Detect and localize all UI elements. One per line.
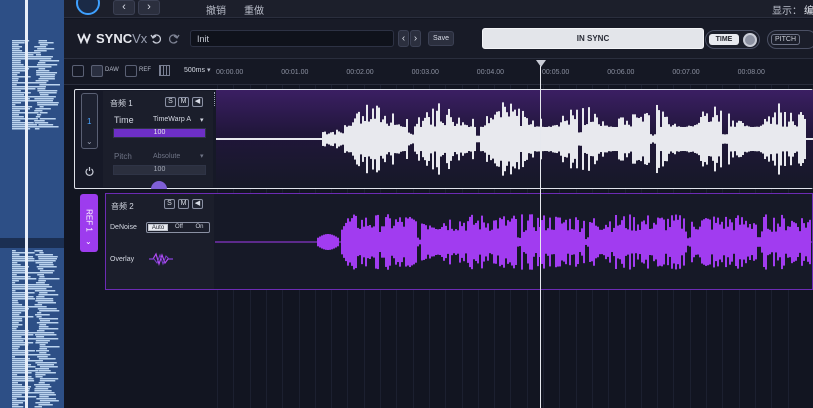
sync-status-label: IN SYNC: [576, 34, 610, 43]
track-1-waveform-area[interactable]: [216, 90, 813, 188]
ruler-tick-label: 00:00.00: [216, 69, 244, 76]
undo-menu-item[interactable]: 撤销: [206, 2, 226, 17]
ref-1-tab[interactable]: REF 1 ⌄: [80, 194, 98, 252]
track-1-pitch-amount-slider[interactable]: 100: [113, 165, 206, 175]
denoise-option-auto[interactable]: Auto: [148, 224, 168, 231]
time-toggle[interactable]: TIME: [705, 30, 760, 49]
preset-prev-button[interactable]: ‹: [398, 30, 409, 47]
host-lane-divider: [0, 238, 64, 248]
host-daw-track-strip: [0, 0, 64, 408]
track-1-expand-handle[interactable]: [151, 181, 167, 189]
denoise-option-on[interactable]: On: [190, 224, 209, 231]
track-1-lane[interactable]: 1 ⌄ 音频 1 S M ◀ Time TimeWarp A ▾ 100 Pit…: [74, 89, 813, 189]
waves-logo-icon: [77, 32, 91, 44]
ref-1-tab-label: REF 1: [84, 209, 94, 232]
ref-view-icon[interactable]: [125, 65, 137, 77]
track-2-mute-button[interactable]: M: [178, 199, 189, 209]
track-1-power-icon[interactable]: [84, 166, 95, 177]
playhead-line[interactable]: [540, 66, 541, 408]
track-1-time-mode-chevron-icon[interactable]: ▾: [200, 116, 204, 124]
track-1-controls: 音频 1 S M ◀ Time TimeWarp A ▾ 100 Pitch A…: [103, 91, 213, 189]
zoom-select[interactable]: 500ms: [184, 67, 205, 74]
brand-logo: SYNCVx: [96, 31, 147, 46]
denoise-label: DeNoise: [110, 224, 137, 231]
denoise-option-off[interactable]: Off: [169, 224, 189, 231]
playhead-marker-icon[interactable]: [536, 60, 546, 67]
track-1-number: 1: [87, 117, 92, 126]
list-view-icon[interactable]: [72, 65, 84, 77]
display-label: 显示：: [772, 6, 802, 17]
track-2-solo-button[interactable]: S: [164, 199, 175, 209]
ruler-tick-label: 00:02.00: [346, 69, 374, 76]
host-logo-icon[interactable]: [76, 0, 100, 15]
ruler-tick-label: 00:07.00: [672, 69, 700, 76]
timeline-ruler: DAW REF 500ms ▾ 00:00.00 00:01.00 00:02.00…: [64, 59, 813, 85]
track-1-pitch-amount-value: 100: [153, 166, 166, 173]
track-1-pitch-mode-select[interactable]: Absolute: [153, 153, 180, 160]
denoise-selector[interactable]: Auto Off On: [146, 222, 210, 233]
time-toggle-knob-icon: [743, 33, 757, 47]
time-toggle-label: TIME: [709, 34, 739, 45]
ruler-tick-label: 00:01.00: [281, 69, 309, 76]
pitch-toggle-label: PITCH: [771, 34, 800, 45]
ruler-tick-label: 00:03.00: [411, 69, 439, 76]
track-2-speaker-icon[interactable]: ◀: [192, 199, 203, 209]
track-2-waveform: [215, 214, 812, 270]
syncvx-plugin-window: ‹ › 撤销 重做 显示： 编 SYNCVx Init ‹ › Save IN …: [64, 0, 813, 408]
redo-menu-item[interactable]: 重做: [244, 2, 264, 17]
display-value[interactable]: 编: [804, 2, 813, 17]
track-2-name: 音频 2: [111, 202, 134, 211]
track-1-waveform: [216, 102, 813, 176]
overlay-waveform-icon[interactable]: [148, 252, 174, 266]
preset-next-button[interactable]: ›: [410, 30, 421, 47]
track-1-time-amount-slider[interactable]: 100: [113, 128, 206, 138]
overlay-label: Overlay: [110, 256, 135, 263]
preset-name-field[interactable]: Init: [190, 30, 394, 47]
host-waveform: [12, 40, 60, 408]
grid-icon[interactable]: [159, 65, 170, 76]
brand-suffix: Vx: [132, 31, 148, 46]
daw-label: DAW: [105, 67, 119, 73]
ref-1-chevron-down-icon[interactable]: ⌄: [85, 237, 92, 246]
nav-back-button[interactable]: ‹: [113, 0, 135, 15]
preset-name: Init: [197, 34, 210, 44]
redo-icon[interactable]: [169, 33, 180, 44]
ruler-tick-label: 00:05.00: [542, 69, 570, 76]
ruler-tick-label: 00:08.00: [737, 69, 765, 76]
track-2-controls: 音频 2 S M ◀ DeNoise Auto Off On Overlay: [106, 194, 214, 289]
track-1-mute-button[interactable]: M: [178, 97, 189, 107]
undo-icon[interactable]: [150, 33, 161, 44]
track-1-solo-button[interactable]: S: [165, 97, 176, 107]
track-2-waveform-area[interactable]: [215, 194, 812, 289]
track-1-speaker-icon[interactable]: ◀: [192, 97, 203, 107]
save-preset-button[interactable]: Save: [428, 31, 454, 46]
plugin-header: SYNCVx Init ‹ › Save IN SYNC TIME PITCH: [64, 19, 813, 59]
track-1-pitch-mode-chevron-icon[interactable]: ▾: [200, 152, 204, 160]
ruler-tick-label: 00:04.00: [476, 69, 505, 76]
track-1-name: 音频 1: [110, 99, 133, 108]
zoom-chevron-down-icon[interactable]: ▾: [207, 66, 211, 74]
track-1-time-amount-value: 100: [153, 129, 166, 136]
track-1-number-tab[interactable]: 1 ⌄: [81, 93, 98, 149]
track-1-pitch-label: Pitch: [114, 152, 132, 161]
sync-status-display[interactable]: IN SYNC: [482, 28, 704, 49]
host-menu-bar: ‹ › 撤销 重做 显示： 编: [64, 0, 813, 18]
track-2-lane[interactable]: 音频 2 S M ◀ DeNoise Auto Off On Overlay: [105, 193, 813, 290]
ref-label: REF: [139, 67, 151, 73]
track-1-time-label: Time: [114, 115, 134, 125]
ruler-tick-label: 00:06.00: [607, 69, 635, 76]
track-1-chevron-down-icon[interactable]: ⌄: [86, 137, 93, 146]
track-1-time-mode-select[interactable]: TimeWarp A: [153, 116, 191, 123]
brand-prefix: SYNC: [96, 31, 133, 46]
pitch-toggle[interactable]: PITCH: [767, 30, 813, 49]
host-playhead: [25, 0, 28, 408]
daw-view-icon[interactable]: [91, 65, 103, 77]
nav-forward-button[interactable]: ›: [138, 0, 160, 15]
